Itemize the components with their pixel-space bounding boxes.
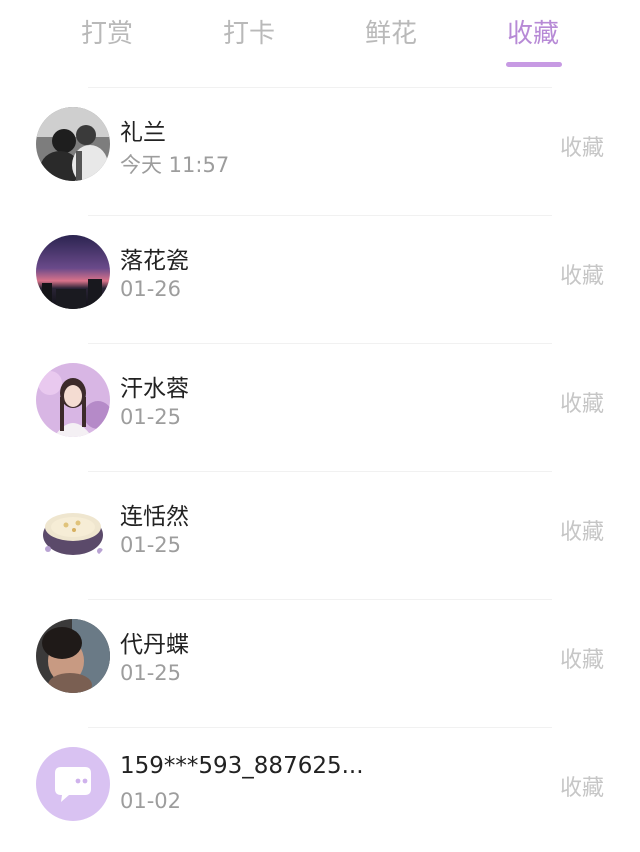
favorite-button[interactable]: 收藏	[560, 258, 604, 290]
user-name: 连恬然	[120, 504, 189, 530]
divider	[88, 727, 552, 728]
user-name: 落花瓷	[120, 248, 189, 274]
favorite-button[interactable]: 收藏	[560, 386, 604, 418]
timestamp: 01-26	[120, 277, 182, 301]
list-item[interactable]: 汗水蓉 01-25 收藏	[0, 336, 640, 464]
avatar-photo-couple-bw	[36, 107, 110, 181]
user-name: 代丹蝶	[120, 632, 189, 658]
tab-daka[interactable]: 打卡	[194, 14, 304, 54]
list-item[interactable]: 连恬然 01-25 收藏	[0, 464, 640, 592]
tab-shoucang[interactable]: 收藏	[478, 14, 588, 54]
avatar-photo-person-dark	[36, 619, 110, 693]
avatar[interactable]	[36, 619, 110, 693]
tab-bar: 打赏 打卡 鲜花 收藏	[0, 0, 640, 80]
user-name: 159***593_887625...	[120, 753, 364, 779]
avatar-photo-girl-purple	[36, 363, 110, 437]
avatar-photo-dessert-bowl	[36, 491, 110, 565]
divider	[88, 471, 552, 472]
avatar-photo-sunset-sky	[36, 235, 110, 309]
favorite-button[interactable]: 收藏	[560, 642, 604, 674]
list-item[interactable]: 落花瓷 01-26 收藏	[0, 208, 640, 336]
list-item[interactable]: 159***593_887625... 01-02 收藏	[0, 720, 640, 848]
favorite-button[interactable]: 收藏	[560, 130, 604, 162]
divider	[88, 599, 552, 600]
timestamp: 01-25	[120, 533, 182, 557]
tab-xianhua[interactable]: 鲜花	[336, 14, 446, 54]
timestamp: 01-25	[120, 661, 182, 685]
chat-bubble-icon	[36, 747, 110, 821]
list-item[interactable]: 代丹蝶 01-25 收藏	[0, 592, 640, 720]
user-name: 礼兰	[120, 120, 166, 146]
avatar[interactable]	[36, 107, 110, 181]
avatar[interactable]	[36, 747, 110, 821]
avatar[interactable]	[36, 235, 110, 309]
divider	[88, 87, 552, 88]
tab-dashang[interactable]: 打赏	[52, 14, 162, 54]
divider	[88, 215, 552, 216]
active-tab-indicator	[506, 62, 562, 67]
user-list: 礼兰 今天 11:57 收藏 落花瓷 01-26 收藏 汗水蓉 01-25 收藏…	[0, 80, 640, 848]
timestamp: 01-02	[120, 789, 182, 813]
divider	[88, 343, 552, 344]
favorite-button[interactable]: 收藏	[560, 770, 604, 802]
timestamp: 今天 11:57	[120, 153, 230, 177]
avatar[interactable]	[36, 363, 110, 437]
favorite-button[interactable]: 收藏	[560, 514, 604, 546]
list-item[interactable]: 礼兰 今天 11:57 收藏	[0, 80, 640, 208]
timestamp: 01-25	[120, 405, 182, 429]
user-name: 汗水蓉	[120, 376, 189, 402]
avatar[interactable]	[36, 491, 110, 565]
